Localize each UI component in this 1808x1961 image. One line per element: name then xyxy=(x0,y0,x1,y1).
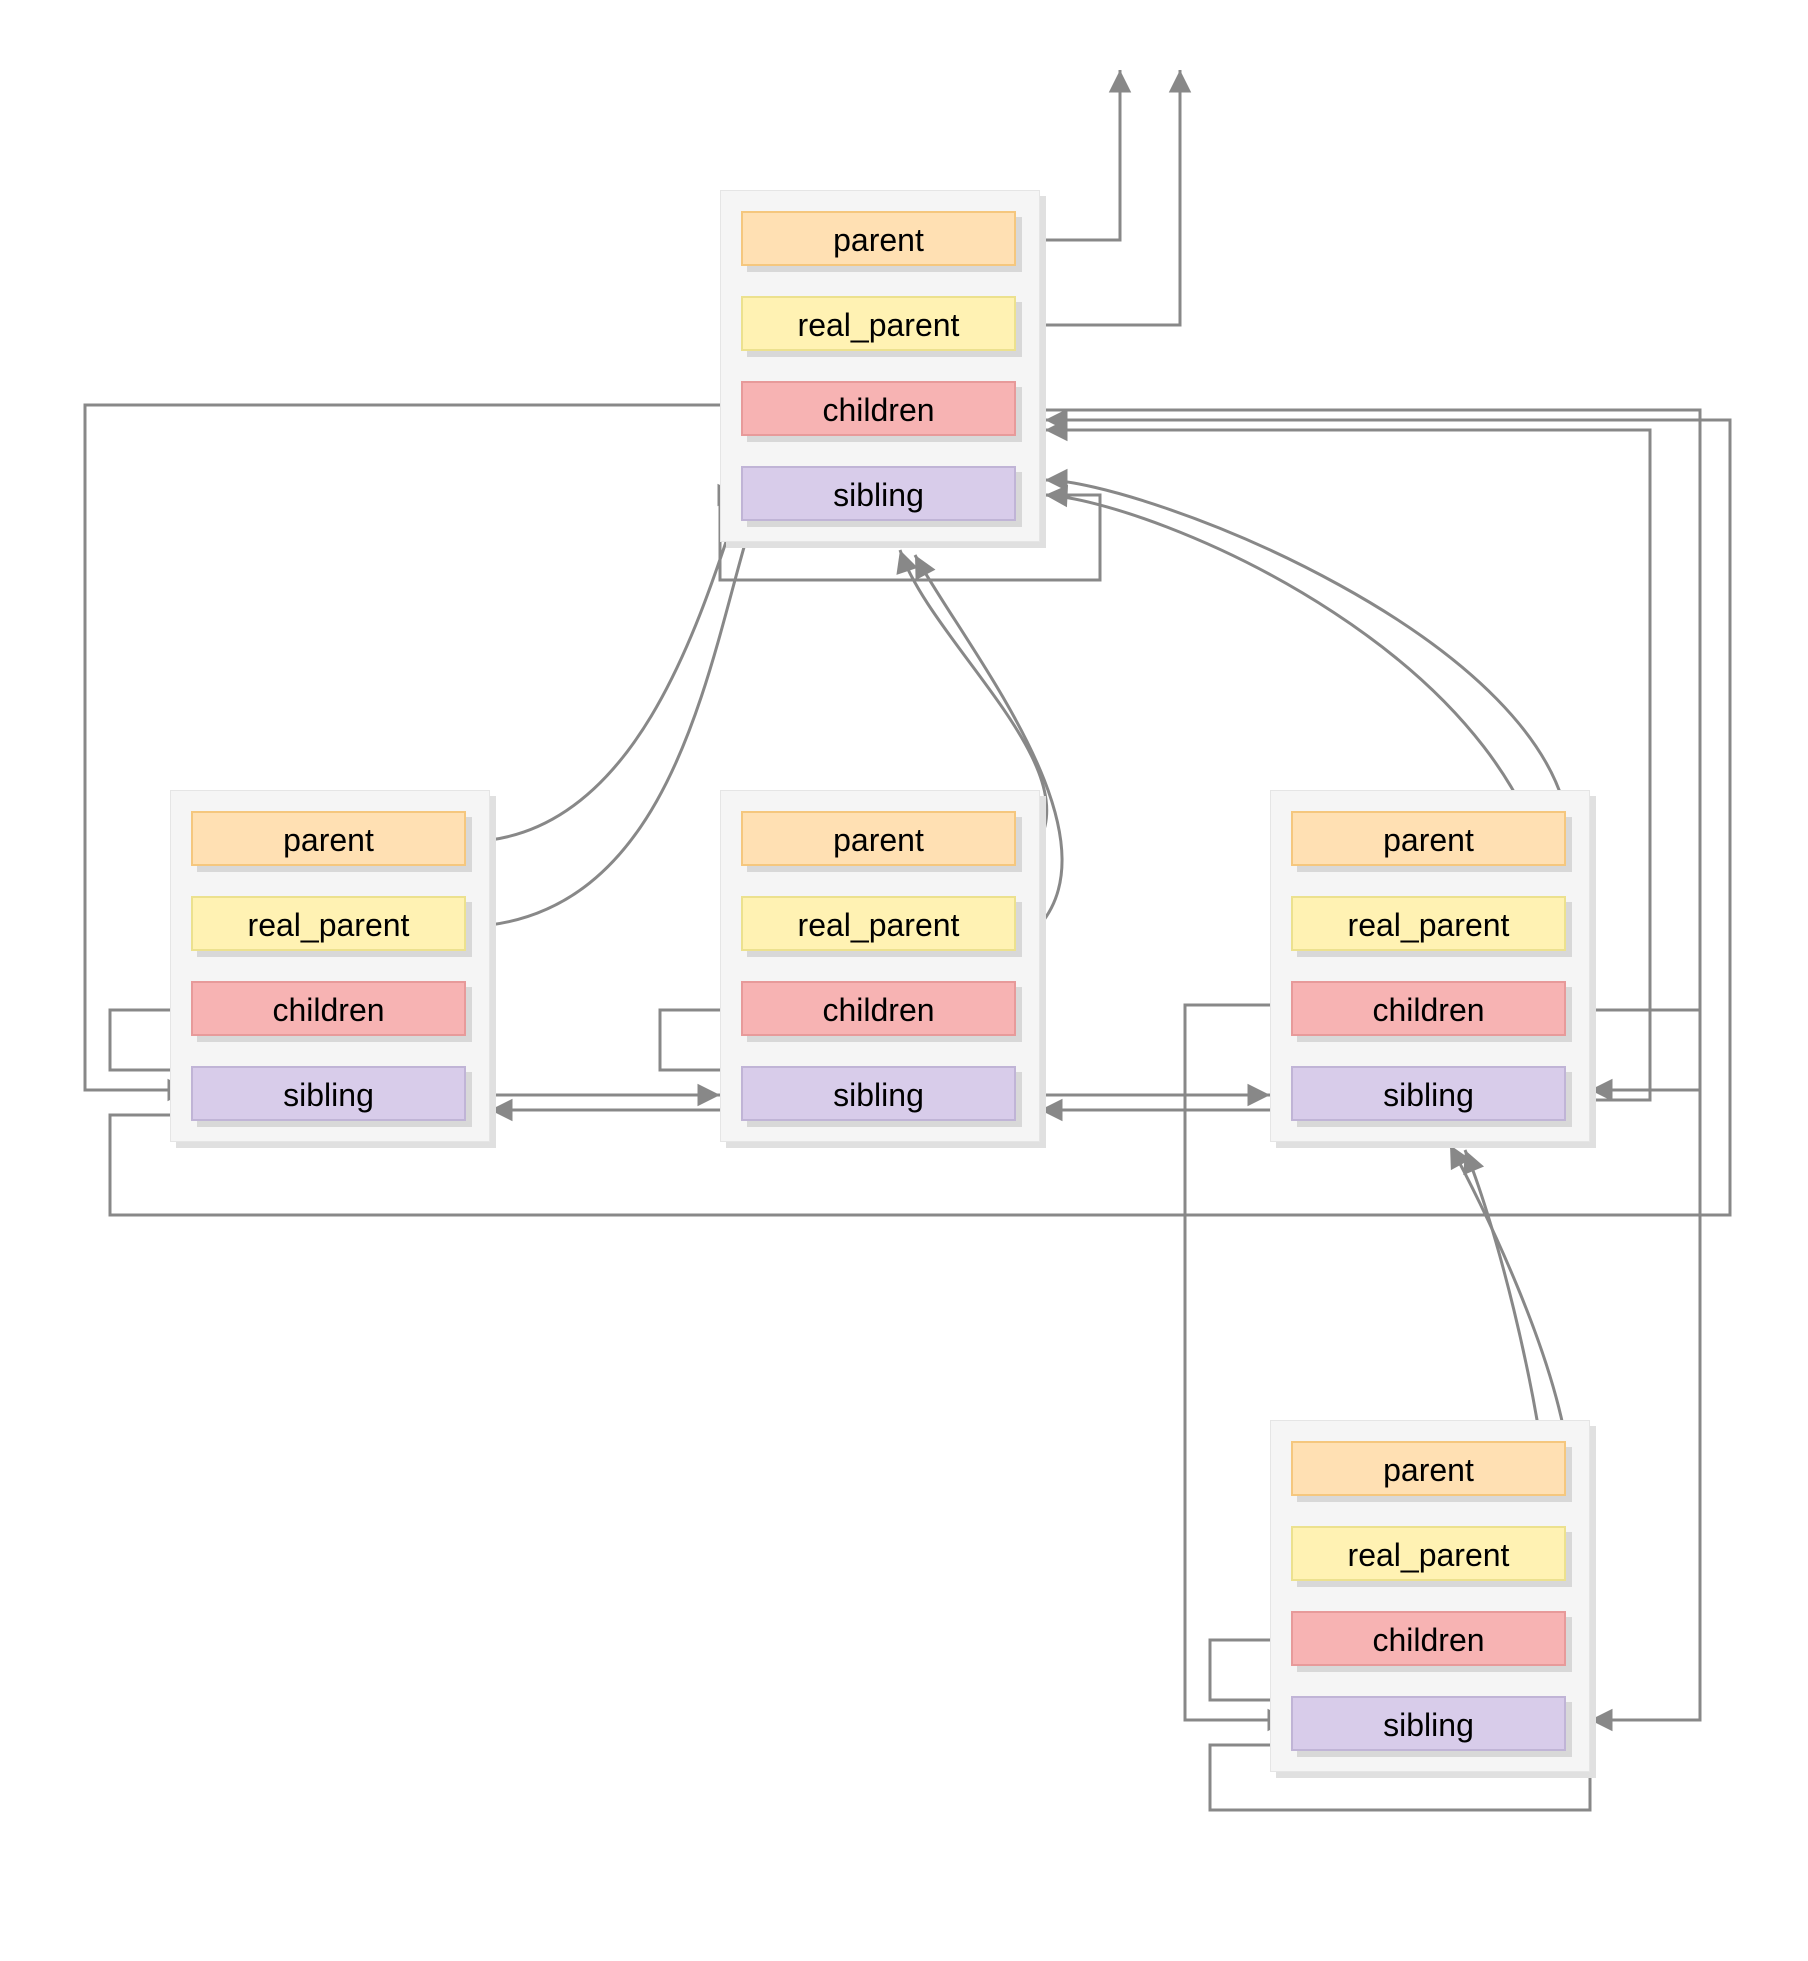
field-sibling: sibling xyxy=(191,1066,466,1121)
field-real-parent: real_parent xyxy=(741,296,1016,351)
field-real-parent: real_parent xyxy=(1291,896,1566,951)
node-grandchild: parent real_parent children sibling xyxy=(1270,1420,1590,1772)
field-sibling: sibling xyxy=(741,1066,1016,1121)
field-parent: parent xyxy=(741,811,1016,866)
node-root: parent real_parent children sibling xyxy=(720,190,1040,542)
field-parent: parent xyxy=(191,811,466,866)
field-children: children xyxy=(1291,1611,1566,1666)
field-parent: parent xyxy=(1291,811,1566,866)
node-child-2: parent real_parent children sibling xyxy=(1270,790,1590,1142)
field-real-parent: real_parent xyxy=(741,896,1016,951)
node-child-0: parent real_parent children sibling xyxy=(170,790,490,1142)
field-sibling: sibling xyxy=(1291,1696,1566,1751)
field-children: children xyxy=(741,381,1016,436)
field-sibling: sibling xyxy=(741,466,1016,521)
field-children: children xyxy=(1291,981,1566,1036)
field-parent: parent xyxy=(1291,1441,1566,1496)
field-parent: parent xyxy=(741,211,1016,266)
field-children: children xyxy=(191,981,466,1036)
field-children: children xyxy=(741,981,1016,1036)
node-child-1: parent real_parent children sibling xyxy=(720,790,1040,1142)
field-real-parent: real_parent xyxy=(1291,1526,1566,1581)
field-sibling: sibling xyxy=(1291,1066,1566,1121)
field-real-parent: real_parent xyxy=(191,896,466,951)
diagram-canvas: parent real_parent children sibling pare… xyxy=(0,0,1808,1961)
